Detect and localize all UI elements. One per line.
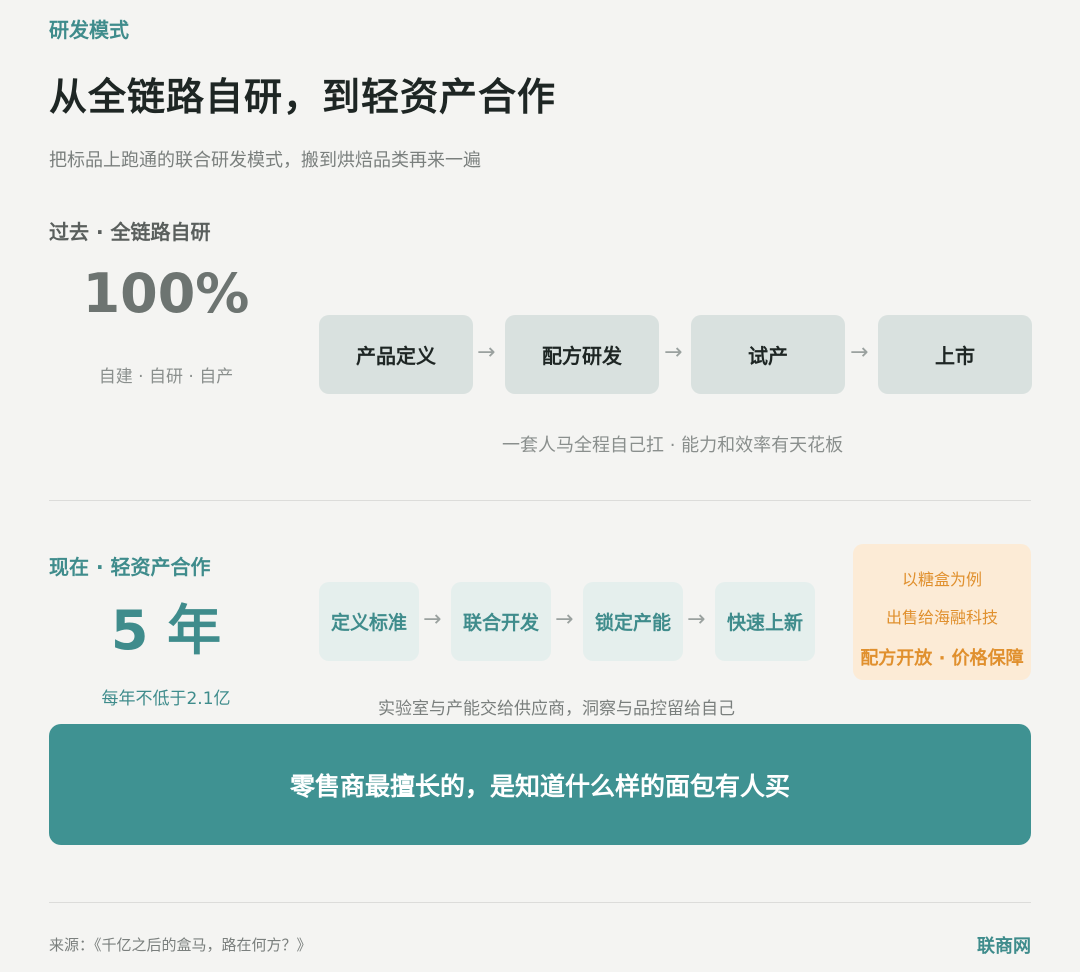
section-divider [49, 500, 1031, 501]
arrow-icon: → [850, 340, 869, 365]
arrow-icon: → [687, 607, 706, 632]
conclusion-banner: 零售商最擅长的，是知道什么样的面包有人买 [49, 724, 1031, 845]
past-big-number: 100% [82, 262, 250, 325]
past-step-4: 上市 [878, 315, 1032, 394]
arrow-icon: → [477, 340, 496, 365]
past-step-1: 产品定义 [319, 315, 473, 394]
example-card: 以糖盒为例 出售给海融科技 配方开放 · 价格保障 [853, 544, 1031, 680]
arrow-icon: → [664, 340, 683, 365]
now-sub-text: 每年不低于2.1亿 [101, 689, 231, 709]
now-big-number: 5 年 [110, 599, 222, 662]
arrow-icon: → [555, 607, 574, 632]
past-section-label: 过去 · 全链路自研 [49, 220, 211, 244]
eyebrow-label: 研发模式 [49, 18, 129, 42]
past-sub-text: 自建 · 自研 · 自产 [98, 367, 234, 387]
now-step-1: 定义标准 [319, 582, 419, 661]
now-step-2: 联合开发 [451, 582, 551, 661]
now-step-4: 快速上新 [715, 582, 815, 661]
page-subtitle: 把标品上跑通的联合研发模式，搬到烘焙品类再来一遍 [49, 150, 481, 171]
example-card-line-1: 以糖盒为例 [901, 570, 982, 589]
past-note: 一套人马全程自己扛 · 能力和效率有天花板 [502, 435, 844, 456]
past-step-2: 配方研发 [505, 315, 659, 394]
arrow-icon: → [423, 607, 442, 632]
page-title: 从全链路自研，到轻资产合作 [49, 75, 557, 119]
source-citation: 来源：《千亿之后的盒马，路在何方？》 [49, 936, 312, 954]
footer-divider [49, 902, 1031, 903]
example-card-line-2: 出售给海融科技 [885, 608, 998, 627]
now-note: 实验室与产能交给供应商，洞察与品控留给自己 [378, 699, 735, 719]
past-step-3: 试产 [691, 315, 845, 394]
brand-logo-text: 联商网 [977, 936, 1031, 957]
now-step-3: 锁定产能 [583, 582, 683, 661]
now-section-label: 现在 · 轻资产合作 [49, 555, 211, 579]
example-card-line-3: 配方开放 · 价格保障 [860, 648, 1024, 669]
